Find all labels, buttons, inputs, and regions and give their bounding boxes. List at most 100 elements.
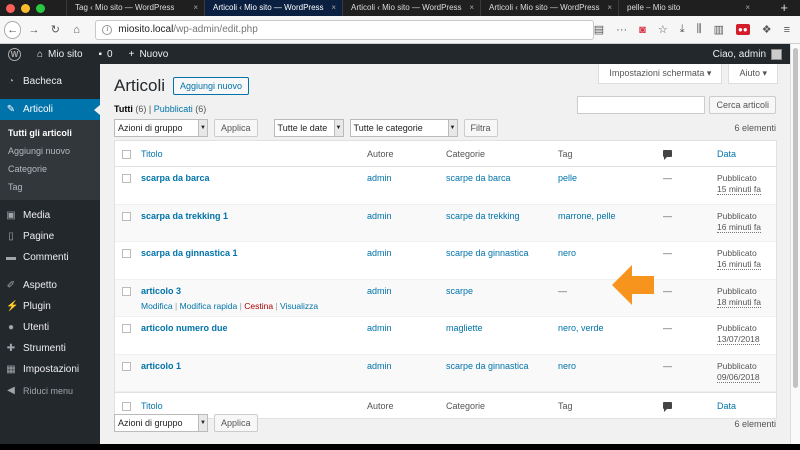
category-link[interactable]: scarpe: [442, 286, 554, 317]
search-posts-button[interactable]: Cerca articoli: [709, 96, 776, 114]
browser-tab-active[interactable]: Articoli ‹ Mio sito — WordPress ×: [204, 0, 342, 16]
column-comments[interactable]: [659, 149, 713, 160]
bulk-actions-select[interactable]: Azioni di gruppo ▼: [114, 414, 208, 432]
sidebar-item-media[interactable]: ▣ Media: [0, 205, 100, 226]
sidebar-item-bacheca[interactable]: ◔ Bacheca: [0, 71, 100, 92]
author-link[interactable]: admin: [363, 248, 442, 279]
select-all-checkbox[interactable]: [121, 401, 131, 411]
post-title-link[interactable]: articolo 3: [141, 286, 181, 296]
close-window-button[interactable]: [6, 3, 15, 13]
site-name-menu[interactable]: ⌂ Mio sito: [29, 44, 91, 64]
column-title[interactable]: Titolo: [137, 401, 363, 411]
tag-link[interactable]: nero: [554, 361, 659, 392]
sidebar-item-pagine[interactable]: ▯ Pagine: [0, 226, 100, 247]
post-title-link[interactable]: scarpa da ginnastica 1: [141, 248, 238, 258]
author-link[interactable]: admin: [363, 211, 442, 242]
sidebar-item-aspetto[interactable]: ✐ Aspetto: [0, 275, 100, 296]
author-link[interactable]: admin: [363, 323, 442, 354]
screen-options-button[interactable]: Impostazioni schermata ▾: [598, 64, 723, 84]
sidebar-item-utenti[interactable]: ● Utenti: [0, 317, 100, 338]
category-filter-select[interactable]: Tutte le categorie ▼: [349, 119, 458, 137]
tab-close-icon[interactable]: ×: [607, 0, 612, 16]
row-checkbox[interactable]: [121, 249, 131, 258]
menu-icon[interactable]: ≡: [784, 24, 790, 36]
row-checkbox[interactable]: [121, 174, 131, 183]
minimize-window-button[interactable]: [21, 3, 30, 13]
filter-button[interactable]: Filtra: [463, 119, 498, 137]
tab-close-icon[interactable]: ×: [331, 0, 336, 16]
category-link[interactable]: scarpe da barca: [442, 173, 554, 204]
category-link[interactable]: scarpe da ginnastica: [442, 361, 554, 392]
tag-link[interactable]: pelle: [554, 173, 659, 204]
reader-view-icon[interactable]: ▤: [594, 23, 604, 36]
comments-menu[interactable]: ▪ 0: [91, 44, 121, 64]
extension-puzzle-icon[interactable]: ❖: [762, 23, 772, 36]
more-actions-icon[interactable]: ···: [616, 24, 627, 36]
tag-link[interactable]: marrone, pelle: [554, 211, 659, 242]
pocket-icon[interactable]: ◙: [639, 24, 646, 36]
sidebar-item-plugin[interactable]: ⚡ Plugin: [0, 296, 100, 317]
collapse-menu-button[interactable]: ◀ Riduci menu: [0, 380, 100, 401]
column-date[interactable]: Data: [713, 401, 775, 411]
select-all-checkbox[interactable]: [121, 149, 131, 159]
tab-close-icon[interactable]: ×: [745, 0, 750, 16]
address-bar[interactable]: i miosito.local/wp-admin/edit.php: [95, 19, 594, 40]
new-tab-button[interactable]: +: [780, 0, 788, 16]
column-comments[interactable]: [659, 401, 713, 412]
info-icon[interactable]: i: [102, 24, 113, 35]
search-input[interactable]: [577, 96, 706, 114]
post-title-link[interactable]: articolo numero due: [141, 323, 228, 333]
submenu-tags[interactable]: Tag: [0, 178, 100, 196]
download-icon[interactable]: ⤓: [680, 23, 685, 36]
sidebar-item-impostazioni[interactable]: ▦ Impostazioni: [0, 359, 100, 380]
browser-tab[interactable]: Articoli ‹ Mio sito — WordPress ×: [342, 0, 480, 16]
reload-button[interactable]: ↻: [47, 21, 64, 39]
tab-close-icon[interactable]: ×: [469, 0, 474, 16]
trash-link[interactable]: Cestina: [244, 301, 273, 311]
forward-button[interactable]: →: [25, 21, 42, 39]
category-link[interactable]: scarpe da ginnastica: [442, 248, 554, 279]
submenu-add-new[interactable]: Aggiungi nuovo: [0, 142, 100, 160]
extension-icon[interactable]: ●●: [736, 24, 750, 35]
new-content-menu[interactable]: + Nuovo: [121, 44, 177, 64]
row-checkbox[interactable]: [121, 286, 131, 296]
apply-button[interactable]: Applica: [214, 119, 258, 137]
browser-tab[interactable]: Tag ‹ Mio sito — WordPress ×: [66, 0, 204, 16]
sidebar-item-strumenti[interactable]: ✚ Strumenti: [0, 338, 100, 359]
edit-link[interactable]: Modifica: [141, 301, 173, 311]
sidebar-icon[interactable]: ▥: [714, 23, 724, 36]
row-checkbox[interactable]: [121, 211, 131, 221]
row-checkbox[interactable]: [121, 324, 131, 333]
column-title[interactable]: Titolo: [137, 149, 363, 159]
post-title-link[interactable]: articolo 1: [141, 361, 181, 371]
page-scrollbar[interactable]: [790, 44, 800, 444]
tag-link[interactable]: nero, verde: [554, 323, 659, 354]
help-button[interactable]: Aiuto ▾: [728, 64, 778, 84]
wp-logo-menu[interactable]: W: [0, 44, 29, 64]
maximize-window-button[interactable]: [36, 3, 45, 13]
author-link[interactable]: admin: [363, 361, 442, 392]
apply-button[interactable]: Applica: [214, 414, 258, 432]
library-icon[interactable]: ⫼: [697, 23, 702, 36]
sidebar-item-commenti[interactable]: ▬ Commenti: [0, 247, 100, 268]
sidebar-item-articoli[interactable]: ✎ Articoli: [0, 99, 100, 120]
submenu-categories[interactable]: Categorie: [0, 160, 100, 178]
row-checkbox[interactable]: [121, 361, 131, 371]
home-button[interactable]: ⌂: [68, 21, 85, 39]
submenu-all-posts[interactable]: Tutti gli articoli: [0, 124, 100, 142]
back-button[interactable]: ←: [4, 20, 22, 39]
bookmark-star-icon[interactable]: ☆: [658, 23, 668, 36]
post-title-link[interactable]: scarpa da trekking 1: [141, 211, 228, 221]
category-link[interactable]: magliette: [442, 323, 554, 354]
scrollbar-thumb[interactable]: [793, 48, 798, 388]
category-link[interactable]: scarpe da trekking: [442, 211, 554, 242]
account-menu[interactable]: Ciao, admin: [713, 48, 790, 60]
filter-published[interactable]: Pubblicati: [154, 104, 193, 114]
view-link[interactable]: Visualizza: [280, 301, 318, 311]
add-new-button[interactable]: Aggiungi nuovo: [173, 77, 250, 95]
author-link[interactable]: admin: [363, 286, 442, 317]
browser-tab[interactable]: Articoli ‹ Mio sito — WordPress ×: [480, 0, 618, 16]
column-date[interactable]: Data: [713, 149, 775, 159]
quick-edit-link[interactable]: Modifica rapida: [180, 301, 238, 311]
bulk-actions-select[interactable]: Azioni di gruppo ▼: [114, 119, 208, 137]
